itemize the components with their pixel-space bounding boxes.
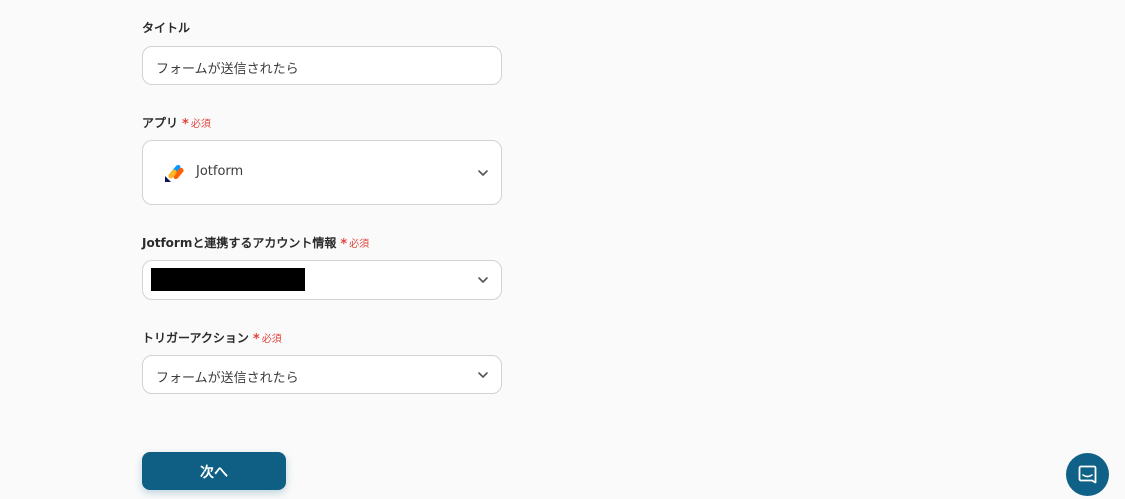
trigger-label-text: トリガーアクション: [142, 331, 249, 345]
chevron-down-icon: [478, 372, 488, 378]
required-badge: * 必須: [182, 117, 211, 132]
required-text: 必須: [190, 119, 211, 130]
trigger-label: トリガーアクション * 必須: [142, 330, 282, 348]
title-input-value: フォームが送信されたら: [156, 62, 299, 77]
account-label: Jotformと連携するアカウント情報 * 必須: [142, 235, 369, 253]
trigger-select-value: フォームが送信されたら: [156, 371, 299, 386]
redacted-account-value: [151, 268, 305, 291]
next-button[interactable]: 次へ: [142, 452, 286, 490]
jotform-logo-icon: [165, 164, 184, 182]
chevron-down-icon: [478, 277, 488, 283]
required-badge: * 必須: [340, 237, 370, 252]
chevron-down-icon: [478, 170, 488, 176]
app-label-text: アプリ: [142, 116, 179, 130]
required-star: *: [182, 117, 189, 132]
account-select[interactable]: [142, 260, 502, 300]
app-label: アプリ * 必須: [142, 115, 211, 133]
chat-support-button[interactable]: [1066, 453, 1109, 496]
required-star: *: [340, 237, 348, 252]
app-select-value: Jotform: [196, 164, 244, 179]
account-label-text: Jotformと連携するアカウント情報: [142, 236, 337, 250]
required-star: *: [252, 332, 260, 347]
required-text: 必須: [349, 239, 370, 250]
title-label: タイトル: [142, 20, 190, 36]
app-select[interactable]: Jotform: [142, 140, 502, 205]
required-badge: * 必須: [252, 332, 282, 347]
title-input[interactable]: フォームが送信されたら: [142, 46, 502, 85]
title-label-text: タイトル: [142, 21, 191, 35]
trigger-action-select[interactable]: フォームが送信されたら: [142, 355, 502, 394]
chat-support-icon: [1078, 465, 1097, 484]
required-text: 必須: [261, 334, 282, 345]
